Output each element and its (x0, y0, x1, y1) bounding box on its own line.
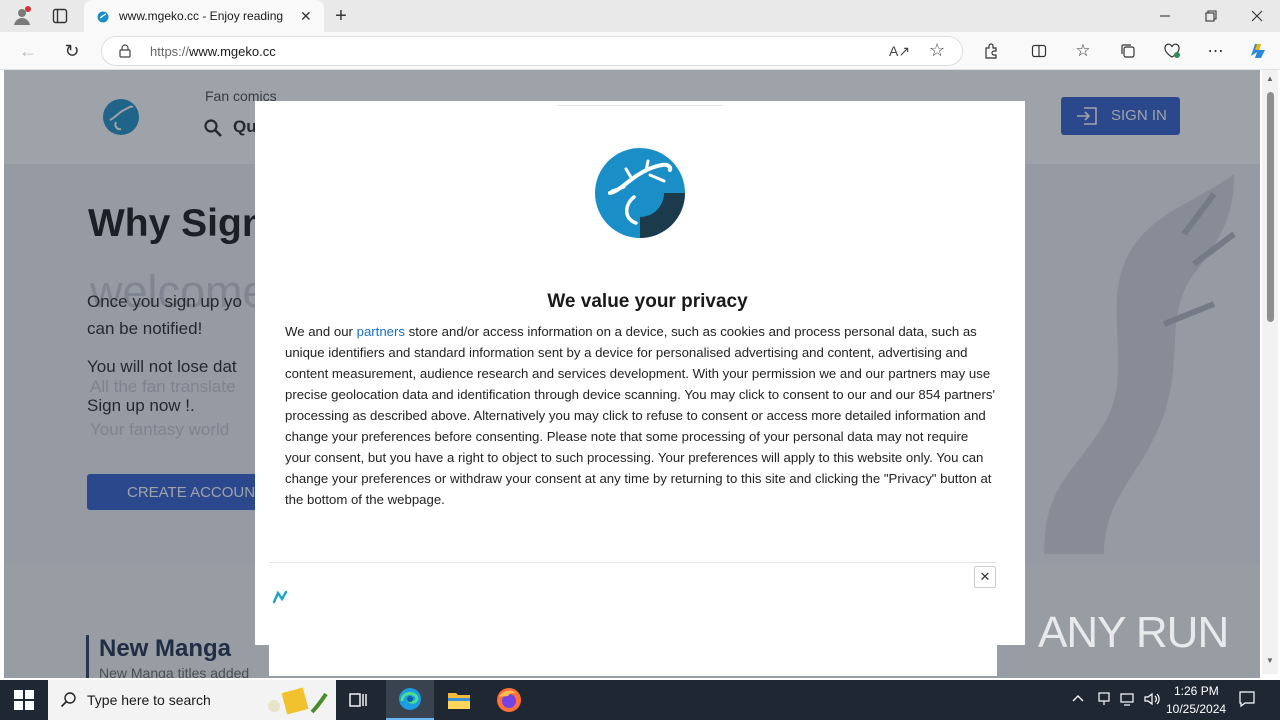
taskbar-search-box[interactable]: Type here to search (48, 680, 336, 720)
extensions-icon[interactable] (977, 37, 1005, 65)
ethernet-icon[interactable] (1119, 691, 1135, 710)
firefox-icon[interactable] (496, 687, 522, 718)
more-icon[interactable]: ⋯ (1202, 37, 1230, 65)
browser-tab[interactable]: www.mgeko.cc - Enjoy reading ✕ (84, 0, 324, 32)
new-tab-icon[interactable]: + (327, 2, 355, 30)
search-placeholder: Type here to search (87, 692, 211, 708)
dialog-body: We and our partners store and/or access … (285, 324, 995, 507)
dialog-title: We value your privacy (547, 291, 748, 312)
file-explorer-icon[interactable] (447, 688, 471, 717)
task-view-icon[interactable] (348, 690, 368, 715)
edge-taskbar-button[interactable] (386, 680, 434, 720)
collections-icon[interactable] (1114, 37, 1142, 65)
clock-time[interactable]: 1:26 PM (1174, 684, 1219, 698)
ad-close-icon[interactable]: ✕ (974, 566, 996, 588)
notification-icon[interactable] (1238, 690, 1256, 711)
tab-title: www.mgeko.cc - Enjoy reading (119, 9, 284, 23)
address-toolbar: ← ↻ https://www.mgeko.cc A↗ ☆ ☆ ⋯ (0, 32, 1280, 70)
tab-bar: www.mgeko.cc - Enjoy reading ✕ + (0, 0, 1280, 32)
windows-start-icon[interactable] (14, 690, 34, 715)
search-highlight-icon (262, 684, 330, 721)
scroll-down-icon[interactable]: ▼ (1266, 656, 1274, 665)
clock-date[interactable]: 10/25/2024 (1166, 702, 1226, 716)
back-icon[interactable]: ← (14, 37, 42, 65)
dialog-top-divider (557, 105, 723, 106)
copilot-icon[interactable] (1244, 37, 1272, 65)
restore-icon[interactable] (1197, 2, 1225, 30)
close-window-icon[interactable] (1243, 2, 1271, 30)
browser-essentials-icon[interactable] (1158, 37, 1186, 65)
tray-chevron-icon[interactable] (1071, 692, 1085, 709)
favorites-icon[interactable]: ☆ (1069, 37, 1097, 65)
read-aloud-icon[interactable]: A↗ (889, 43, 910, 60)
edge-icon (398, 687, 422, 716)
favorite-star-icon[interactable]: ☆ (929, 40, 945, 61)
lock-icon[interactable] (119, 44, 131, 63)
url-text[interactable]: https://www.mgeko.cc (150, 44, 276, 59)
site-favicon (97, 10, 109, 28)
scroll-up-icon[interactable]: ▲ (1266, 74, 1274, 83)
split-screen-icon[interactable] (1025, 37, 1053, 65)
taskbar: Type here to search 1:26 PM 10/25/2024 (0, 680, 1280, 720)
refresh-icon[interactable]: ↻ (58, 37, 86, 65)
minimize-icon[interactable] (1151, 2, 1179, 30)
profile-icon[interactable] (8, 2, 36, 30)
anyrun-watermark: ANY RUN (1038, 608, 1229, 657)
network-icon[interactable] (1096, 691, 1112, 710)
ad-choices-icon[interactable] (272, 590, 288, 609)
address-bar[interactable]: https://www.mgeko.cc A↗ ☆ (101, 36, 963, 66)
close-tab-icon[interactable]: ✕ (300, 8, 312, 25)
gecko-logo (594, 147, 686, 244)
scroll-thumb[interactable] (1267, 92, 1274, 322)
ad-banner[interactable]: ✕ (269, 562, 997, 676)
partners-link[interactable]: partners (357, 324, 405, 339)
page-scrollbar[interactable]: ▲ ▼ (1262, 70, 1278, 674)
tab-actions-icon[interactable] (46, 2, 74, 30)
search-icon (60, 691, 78, 714)
volume-icon[interactable] (1143, 691, 1161, 710)
